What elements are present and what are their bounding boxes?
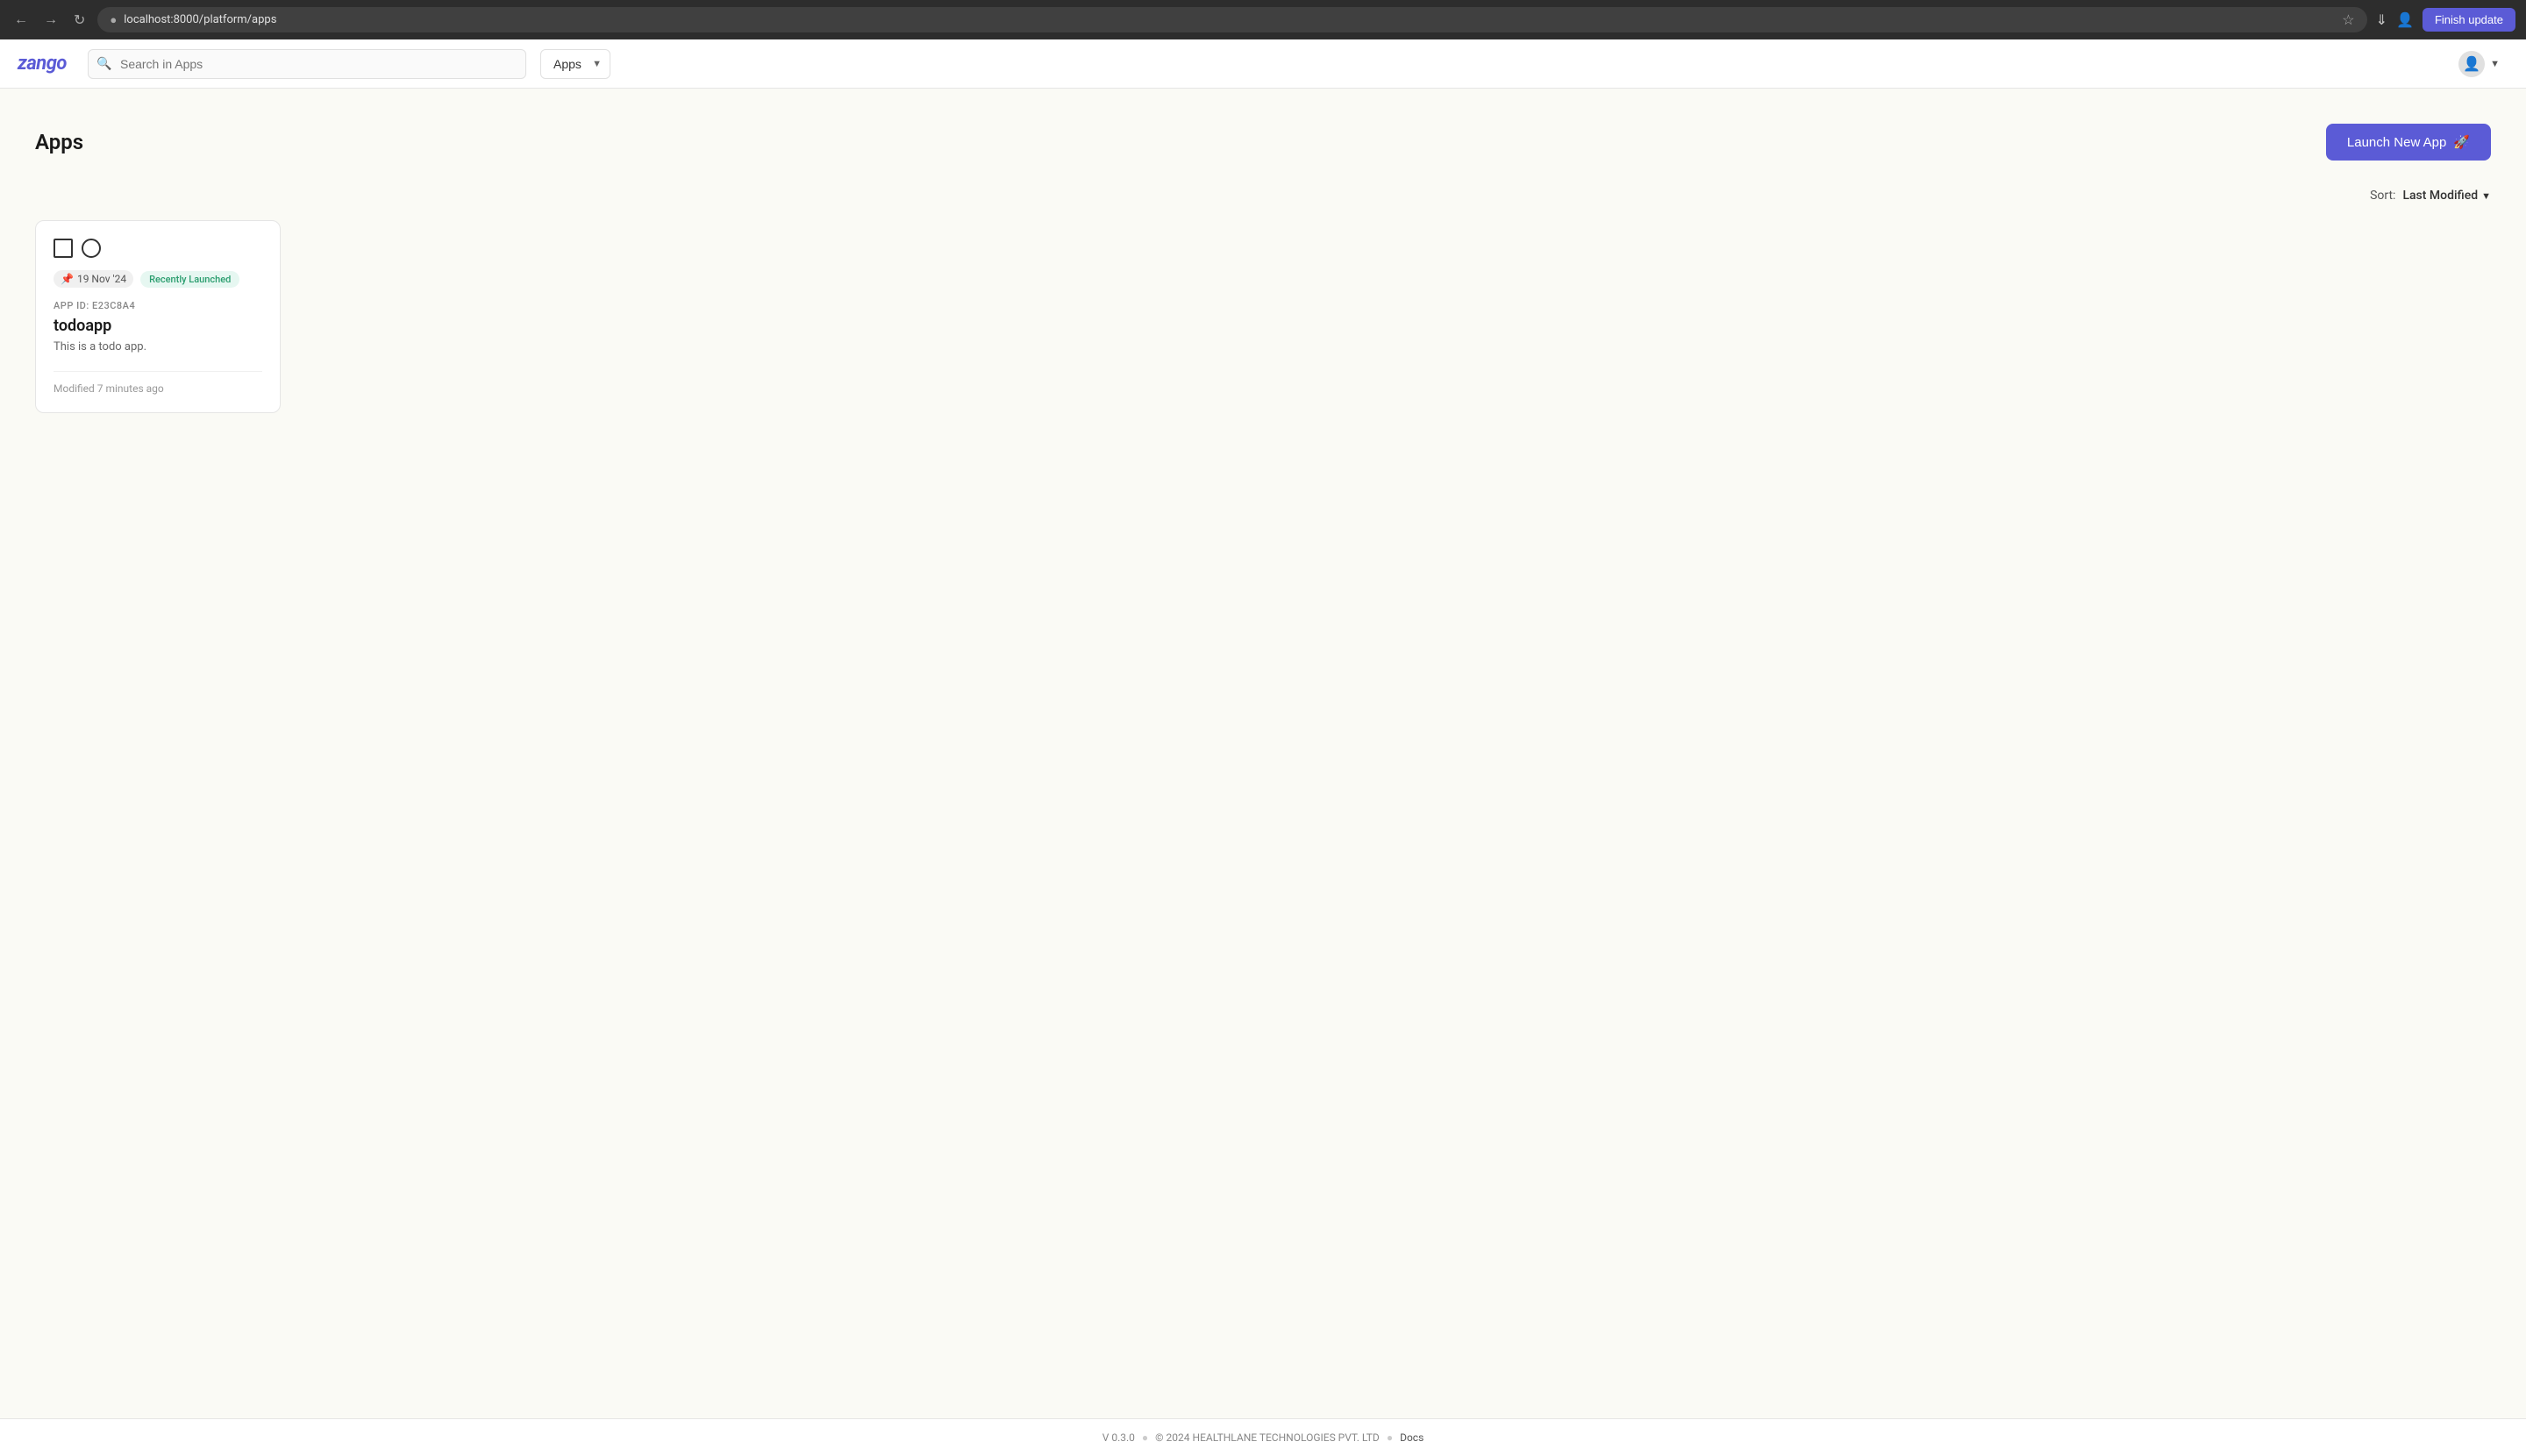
card-date-text: 19 Nov '24: [77, 273, 126, 285]
footer: V 0.3.0 ● © 2024 HEALTHLANE TECHNOLOGIES…: [0, 1418, 2526, 1456]
address-text: localhost:8000/platform/apps: [124, 13, 2335, 26]
card-meta: 📌 19 Nov '24 Recently Launched: [54, 270, 262, 288]
launch-new-app-button[interactable]: Launch New App 🚀: [2326, 124, 2491, 161]
rocket-icon: 🚀: [2453, 134, 2470, 150]
scope-selector-wrapper: Apps All ▼: [540, 49, 610, 79]
sort-bar: Sort: Last Modified ▼: [35, 189, 2491, 203]
forward-button[interactable]: →: [40, 9, 61, 32]
user-profile-icon[interactable]: 👤: [2396, 11, 2414, 29]
card-date-badge: 📌 19 Nov '24: [54, 270, 133, 288]
page-title: Apps: [35, 130, 83, 154]
app-card[interactable]: 📌 19 Nov '24 Recently Launched APP ID: E…: [35, 220, 281, 413]
pin-icon: 📌: [61, 273, 74, 285]
footer-dot-1: ●: [1142, 1431, 1148, 1444]
search-input[interactable]: [88, 49, 526, 79]
main-content: Apps Launch New App 🚀 Sort: Last Modifie…: [0, 89, 2526, 1418]
copyright-text: © 2024 HEALTHLANE TECHNOLOGIES PVT. LTD: [1155, 1431, 1380, 1444]
download-icon[interactable]: ⇓: [2376, 11, 2387, 29]
app-header: zango 🔍 Apps All ▼ 👤 ▼: [0, 39, 2526, 89]
app-icon-circle: [82, 239, 101, 258]
browser-chrome: ← → ↻ ● localhost:8000/platform/apps ☆ ⇓…: [0, 0, 2526, 39]
version-text: V 0.3.0: [1102, 1431, 1135, 1444]
sort-chevron-icon: ▼: [2481, 190, 2491, 202]
address-bar[interactable]: ● localhost:8000/platform/apps ☆: [97, 7, 2366, 32]
docs-link[interactable]: Docs: [1400, 1431, 1424, 1444]
page-header: Apps Launch New App 🚀: [35, 124, 2491, 161]
bookmark-icon[interactable]: ☆: [2342, 11, 2354, 28]
reload-button[interactable]: ↻: [70, 8, 89, 32]
card-modified-time: Modified 7 minutes ago: [54, 371, 262, 395]
sort-selector[interactable]: Last Modified ▼: [2402, 189, 2491, 203]
sort-label: Sort:: [2370, 189, 2395, 203]
browser-actions: ⇓ 👤 Finish update: [2376, 8, 2515, 32]
finish-update-button[interactable]: Finish update: [2423, 8, 2515, 32]
back-button[interactable]: ←: [11, 9, 32, 32]
logo[interactable]: zango: [18, 53, 67, 75]
search-icon: 🔍: [96, 57, 111, 71]
scope-selector[interactable]: Apps All: [540, 49, 610, 79]
search-container: 🔍: [88, 49, 526, 79]
avatar: 👤: [2458, 51, 2485, 77]
recently-launched-badge: Recently Launched: [140, 271, 239, 288]
launch-btn-label: Launch New App: [2347, 135, 2446, 150]
card-app-name: todoapp: [54, 317, 262, 335]
address-icon: ●: [110, 13, 117, 27]
card-app-description: This is a todo app.: [54, 340, 262, 353]
card-icons: [54, 239, 262, 258]
footer-dot-2: ●: [1387, 1431, 1393, 1444]
card-app-id: APP ID: E23C8A4: [54, 300, 262, 311]
user-menu[interactable]: 👤 ▼: [2450, 46, 2508, 82]
apps-grid: 📌 19 Nov '24 Recently Launched APP ID: E…: [35, 220, 2491, 413]
app-icon-square: [54, 239, 73, 258]
sort-selected-label: Last Modified: [2402, 189, 2478, 203]
user-menu-chevron-icon: ▼: [2490, 58, 2500, 69]
